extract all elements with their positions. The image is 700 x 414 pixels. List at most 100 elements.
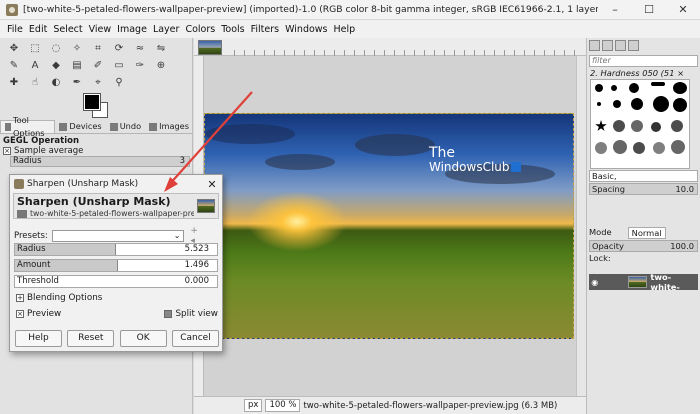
brush-swatch[interactable] <box>595 120 607 131</box>
gradient-tool-icon[interactable]: ▤ <box>67 57 87 73</box>
measure-tool-icon[interactable]: ⌖ <box>88 74 108 90</box>
menu-file[interactable]: File <box>4 24 26 35</box>
menu-windows[interactable]: Windows <box>282 24 330 35</box>
text-tool-icon[interactable]: A <box>25 57 45 73</box>
brush-swatch[interactable] <box>595 84 603 92</box>
split-view-toggle[interactable]: Split view <box>164 309 218 319</box>
sample-average-toggle[interactable]: × Sample average <box>3 146 83 156</box>
free-select-tool-icon[interactable]: ◌ <box>46 40 66 56</box>
help-button[interactable]: Help <box>15 330 62 347</box>
color-picker-tool-icon[interactable]: ✒ <box>67 74 87 90</box>
eraser-tool-icon[interactable]: ▭ <box>109 57 129 73</box>
mode-select[interactable]: Normal <box>627 227 666 239</box>
brush-swatch[interactable] <box>653 96 669 112</box>
warp-tool-icon[interactable]: ≈ <box>130 40 150 56</box>
dialog-close-icon[interactable]: ✕ <box>202 178 222 191</box>
flip-tool-icon[interactable]: ⇋ <box>151 40 171 56</box>
fill-tool-icon[interactable]: ◆ <box>46 57 66 73</box>
brushes-tab-icon[interactable] <box>589 40 600 51</box>
brush-swatch[interactable] <box>595 142 607 154</box>
presets-select[interactable]: ⌄ <box>51 230 185 242</box>
mode-label: Mode <box>589 227 612 237</box>
brush-swatch[interactable] <box>651 82 665 86</box>
eye-icon[interactable]: ◉ <box>589 278 600 287</box>
preview-toggle[interactable]: × Preview <box>16 309 61 319</box>
brush-swatch[interactable] <box>673 98 687 112</box>
tab-tool-options[interactable]: Tool Options <box>0 115 56 138</box>
heal-tool-icon[interactable]: ✚ <box>4 74 24 90</box>
maximize-button[interactable]: ☐ <box>632 0 666 20</box>
airbrush-tool-icon[interactable]: ✑ <box>130 57 150 73</box>
brush-filter-input[interactable]: filter <box>589 55 698 67</box>
foreground-color[interactable] <box>83 93 101 111</box>
brush-swatch[interactable] <box>629 83 639 93</box>
cancel-button[interactable]: Cancel <box>171 330 219 347</box>
brush-swatch[interactable] <box>671 140 685 154</box>
paintbrush-tool-icon[interactable]: ✐ <box>88 57 108 73</box>
ok-button[interactable]: OK <box>119 330 167 347</box>
rect-select-tool-icon[interactable]: ⬚ <box>25 40 45 56</box>
menu-layer[interactable]: Layer <box>150 24 183 35</box>
preview-checkbox[interactable]: × <box>16 310 24 318</box>
brush-swatch[interactable] <box>597 102 601 106</box>
fonts-tab-icon[interactable] <box>615 40 626 51</box>
menu-filters[interactable]: Filters <box>248 24 282 35</box>
brush-swatch[interactable] <box>653 142 665 154</box>
brush-swatch[interactable] <box>673 82 687 94</box>
brush-swatch[interactable] <box>631 98 643 110</box>
undo-icon <box>109 122 118 131</box>
brush-grid[interactable] <box>590 79 690 169</box>
expand-icon[interactable]: + <box>16 294 24 302</box>
unit-select[interactable]: px <box>244 399 263 412</box>
brush-swatch[interactable] <box>671 120 683 132</box>
minimize-button[interactable]: – <box>598 0 632 20</box>
split-view-checkbox[interactable] <box>164 310 173 318</box>
tab-undo[interactable]: Undo <box>106 120 145 133</box>
paths-tool-icon[interactable]: ✎ <box>4 57 24 73</box>
tool-radius-slider[interactable]: Radius 3 <box>10 156 190 167</box>
menu-edit[interactable]: Edit <box>26 24 50 35</box>
dodge-tool-icon[interactable]: ◐ <box>46 74 66 90</box>
brush-swatch[interactable] <box>613 100 621 108</box>
menu-colors[interactable]: Colors <box>182 24 218 35</box>
amount-slider[interactable]: Amount 1.496 <box>14 259 218 272</box>
close-button[interactable]: ✕ <box>666 0 700 20</box>
spacing-slider[interactable]: Spacing 10.0 <box>589 183 698 195</box>
menu-select[interactable]: Select <box>50 24 85 35</box>
tab-devices[interactable]: Devices <box>55 120 105 133</box>
fuzzy-select-tool-icon[interactable]: ✧ <box>67 40 87 56</box>
brush-swatch[interactable] <box>631 120 643 132</box>
blending-options-label: Blending Options <box>27 293 103 303</box>
menu-image[interactable]: Image <box>114 24 150 35</box>
brush-swatch[interactable] <box>613 140 627 154</box>
menu-help[interactable]: Help <box>331 24 359 35</box>
brush-swatch[interactable] <box>633 142 645 154</box>
zoom-tool-icon[interactable]: ⚲ <box>109 74 129 90</box>
opacity-slider[interactable]: Opacity 100.0 <box>589 240 698 252</box>
brush-swatch[interactable] <box>613 120 625 132</box>
menu-tools[interactable]: Tools <box>218 24 247 35</box>
brush-preset-select[interactable]: Basic, <box>589 170 698 182</box>
patterns-tab-icon[interactable] <box>602 40 613 51</box>
transform-tool-icon[interactable]: ⟳ <box>109 40 129 56</box>
sample-average-checkbox[interactable]: × <box>3 147 11 155</box>
blending-options-expander[interactable]: + Blending Options <box>16 293 102 303</box>
image-tab-thumbnail[interactable] <box>198 40 222 55</box>
menu-view[interactable]: View <box>86 24 115 35</box>
move-tool-icon[interactable]: ✥ <box>4 40 24 56</box>
tab-images[interactable]: Images <box>145 120 193 133</box>
color-swatches[interactable] <box>83 93 114 122</box>
canvas-image[interactable]: The WindowsClub <box>204 113 574 339</box>
smudge-tool-icon[interactable]: ☝ <box>25 74 45 90</box>
radius-slider[interactable]: Radius 5.523 <box>14 243 218 256</box>
brush-swatch[interactable] <box>651 122 661 132</box>
gradients-tab-icon[interactable] <box>628 40 639 51</box>
threshold-slider[interactable]: Threshold 0.000 <box>14 275 218 288</box>
layer-row[interactable]: ◉ two-white- <box>589 272 698 292</box>
zoom-select[interactable]: 100 % <box>265 399 301 412</box>
clone-tool-icon[interactable]: ⊕ <box>151 57 171 73</box>
vertical-scrollbar[interactable] <box>576 56 586 396</box>
crop-tool-icon[interactable]: ⌗ <box>88 40 108 56</box>
reset-button[interactable]: Reset <box>67 330 115 347</box>
brush-swatch[interactable] <box>611 85 617 91</box>
